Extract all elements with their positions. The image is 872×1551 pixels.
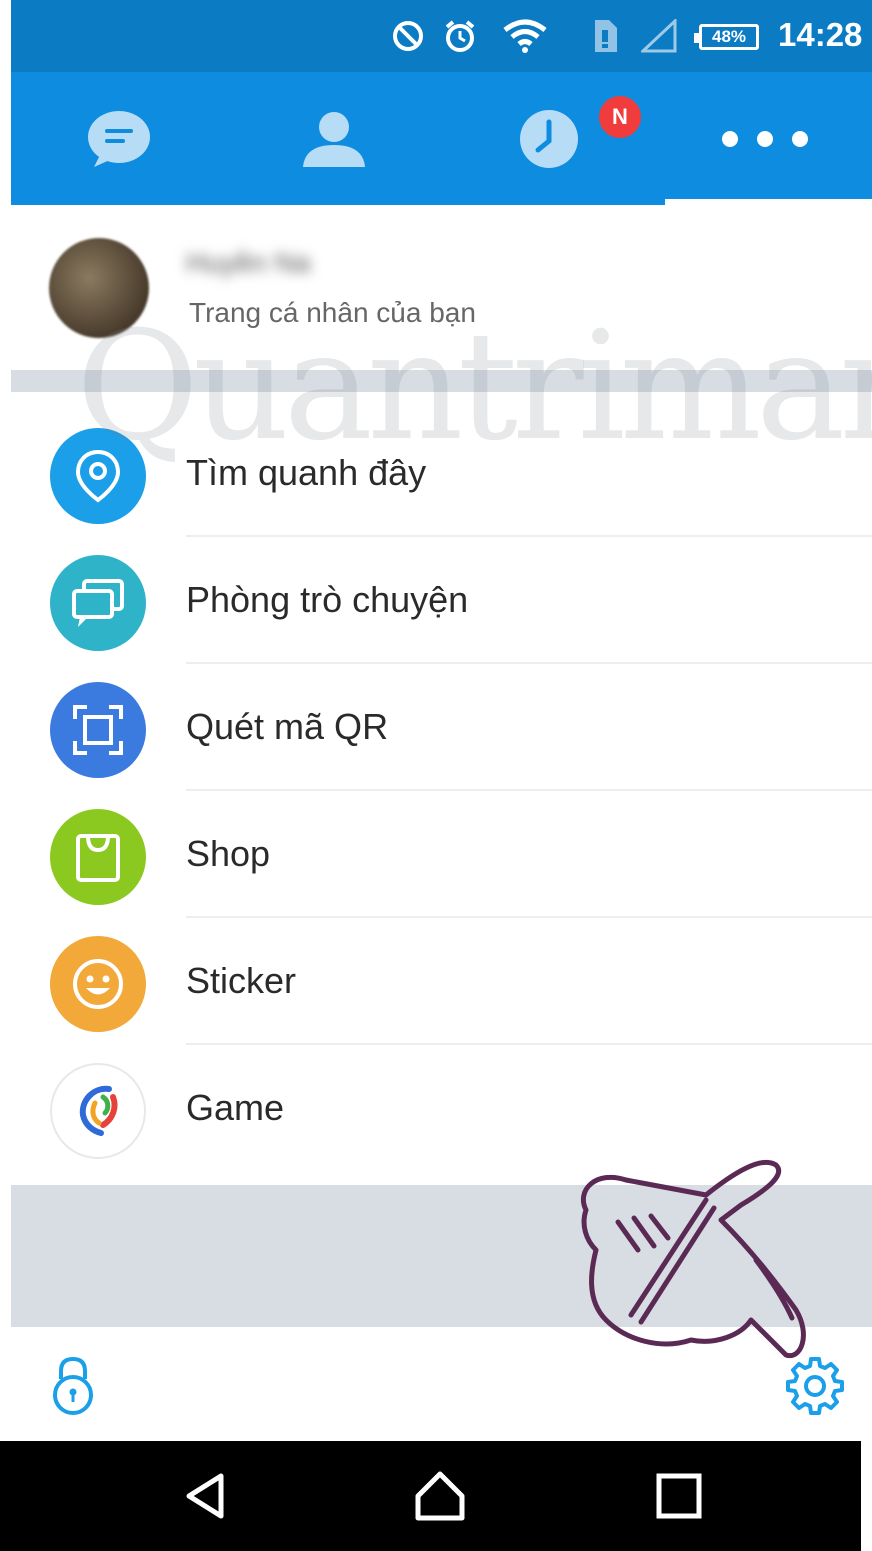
smiley-icon [50, 936, 146, 1032]
alarm-icon [443, 18, 477, 54]
profile-name: Huyền Na [186, 247, 311, 278]
menu-item-nearby[interactable]: Tìm quanh đây [11, 410, 872, 537]
menu-item-label: Tìm quanh đây [186, 452, 427, 493]
menu-item-chat-rooms[interactable]: Phòng trò chuyện [11, 537, 872, 664]
clock: 14:28 [778, 16, 863, 53]
tab-more[interactable] [657, 72, 872, 205]
signal-icon [641, 18, 677, 54]
lock-icon [53, 1356, 93, 1415]
battery-level: 48% [711, 27, 747, 46]
tab-contacts[interactable] [226, 72, 441, 205]
menu-item-label: Quét mã QR [186, 706, 389, 747]
menu-item-label: Sticker [186, 960, 297, 1001]
main-tab-bar: N [11, 72, 872, 205]
menu-item-label: Phòng trò chuyện [186, 579, 469, 620]
menu-item-sticker[interactable]: Sticker [11, 918, 872, 1045]
qr-scan-icon [50, 682, 146, 778]
more-menu-list: Tìm quanh đây Phòng trò chuyện Quét mã Q… [11, 410, 872, 1172]
profile-row[interactable]: Huyền Na Trang cá nhân của bạn [11, 205, 872, 370]
home-button[interactable] [412, 1468, 468, 1524]
lock-button[interactable] [47, 1355, 99, 1417]
chat-rooms-icon [50, 555, 146, 651]
game-logo-icon [50, 1063, 146, 1159]
recents-button[interactable] [651, 1468, 707, 1524]
section-divider [11, 370, 872, 392]
shopping-bag-icon [50, 809, 146, 905]
notification-badge: N [597, 94, 643, 140]
more-icon [721, 130, 808, 147]
settings-gear-icon [786, 1357, 844, 1415]
bottom-toolbar [11, 1327, 872, 1441]
status-bar: 48% 14:28 [11, 0, 872, 72]
battery-icon: 48% [694, 24, 759, 50]
settings-button[interactable] [784, 1355, 846, 1417]
system-navigation-bar [0, 1441, 861, 1551]
recents-icon [656, 1473, 702, 1519]
profile-subtitle: Trang cá nhân của bạn [189, 297, 476, 328]
app-screen: 48% 14:28 N Huyền Na Trang cá nhân của b… [11, 0, 872, 1551]
section-divider [11, 1185, 872, 1327]
wifi-icon [503, 18, 547, 54]
contacts-icon [302, 111, 365, 167]
avatar [49, 238, 149, 338]
home-icon [415, 1471, 465, 1521]
menu-item-qr-scan[interactable]: Quét mã QR [11, 664, 872, 791]
location-pin-icon [50, 428, 146, 524]
menu-item-label: Game [186, 1087, 285, 1128]
do-not-disturb-icon [391, 18, 425, 54]
sim-icon [591, 18, 619, 54]
menu-item-label: Shop [186, 833, 271, 874]
menu-item-shop[interactable]: Shop [11, 791, 872, 918]
back-button[interactable] [179, 1468, 235, 1524]
timeline-icon [519, 109, 578, 168]
tab-messages[interactable] [11, 72, 226, 205]
menu-item-game[interactable]: Game [11, 1045, 872, 1172]
back-icon [186, 1473, 224, 1519]
chat-icon [87, 110, 150, 167]
